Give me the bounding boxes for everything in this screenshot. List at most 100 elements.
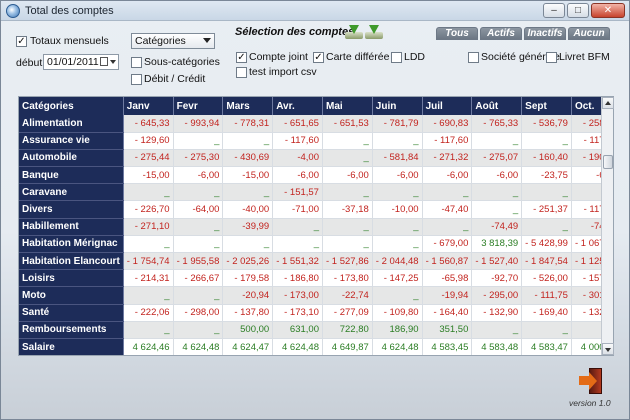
value-cell: _ [222,235,274,254]
value-cell: _ [471,200,523,219]
value-cell: - 222,06 [123,304,174,322]
value-cell: _ [322,132,373,150]
compte-joint-checkbox[interactable]: ✓ [236,52,247,63]
category-cell: Remboursements [19,321,124,339]
column-header[interactable]: Avr. [272,97,323,115]
tab-tous[interactable]: Tous [436,27,478,40]
value-cell: 4 624,46 [123,338,174,355]
table-row[interactable]: Alimentation - 645,33- 993,94- 778,31- 65… [19,115,613,133]
close-button[interactable]: ✕ [591,3,625,18]
sous-categories-checkbox[interactable] [131,57,142,68]
version-label: version 1.0 [569,398,611,408]
column-header[interactable]: Mai [322,97,373,115]
value-cell: _ [422,218,473,236]
value-cell: _ [173,218,224,236]
value-cell: - 781,79 [372,115,423,133]
column-header[interactable]: Juin [372,97,423,115]
value-cell: _ [372,183,423,202]
title-bar: Total des comptes – □ ✕ [1,1,629,21]
table-row[interactable]: Assurance vie - 129,60 _ _ - 117,60 _ _ - 117,6… [19,132,613,150]
scroll-up-button[interactable] [602,97,614,109]
value-cell: - 111,75 [521,286,572,305]
table-body: Alimentation - 645,33- 993,94- 778,31- 65… [19,115,613,355]
category-cell: Salaire [19,338,124,355]
table-row[interactable]: Habitation Mérignac _ _ _ _ _ _ - 679,00 3 818,3… [19,235,613,254]
vertical-scrollbar[interactable] [601,97,614,355]
value-cell: -71,00 [272,200,323,219]
value-cell: - 1 527,86 [322,252,373,271]
value-cell: _ [322,218,373,236]
debut-date-field[interactable]: 01/01/2011 [43,54,119,70]
totaux-mensuels-checkbox[interactable]: ✓ [16,36,27,47]
table-row[interactable]: Divers - 226,70 -64,00 -40,00 -71,00 -37,18 -1… [19,200,613,219]
table-row[interactable]: Santé - 222,06- 298,00- 137,80- 173,10- 2… [19,304,613,322]
app-icon [6,4,20,18]
value-cell: -74,49 [471,218,523,236]
value-cell: _ [521,132,572,150]
table-row[interactable]: Habillement- 271,10_-39,99____-74,49_-74… [19,218,613,236]
value-cell: - 173,80 [322,269,373,288]
value-cell: -92,70 [471,269,523,288]
category-cell: Banque [19,166,124,185]
value-cell: - 271,10 [123,218,174,236]
value-cell: _ [173,321,224,339]
value-cell: -6,00 [173,166,224,185]
value-cell: - 295,00 [471,286,523,305]
column-header[interactable]: Sept [521,97,572,115]
tab-actifs[interactable]: Actifs [480,27,522,40]
minimize-button[interactable]: – [543,3,565,18]
scroll-down-button[interactable] [602,343,614,355]
tab-aucun[interactable]: Aucun [568,27,610,40]
carte-differee-checkbox[interactable]: ✓ [313,52,324,63]
value-cell: - 1 551,32 [272,252,323,271]
value-cell: - 275,07 [471,149,523,168]
column-header[interactable]: Mars [222,97,274,115]
categories-select-value: Catégories [135,35,186,47]
categories-select[interactable]: Catégories [131,33,215,49]
category-cell: Santé [19,304,124,322]
table-row[interactable]: Automobile - 275,44- 275,30- 430,69 -4,00 _… [19,149,613,168]
scroll-thumb[interactable] [603,155,613,169]
date-dropdown-icon[interactable] [110,60,116,64]
livret-bfm-checkbox[interactable] [546,52,557,63]
table-row[interactable]: Habitation Elancourt - 1 754,74- 1 955,58… [19,252,613,271]
calendar-icon[interactable] [100,57,108,66]
value-cell: _ [272,218,323,236]
table-row[interactable]: Salaire 4 624,46 4 624,48 4 624,47 4 624,48 4… [19,338,613,355]
column-header[interactable]: Juil [422,97,473,115]
column-header-categories[interactable]: Catégories [19,97,124,115]
value-cell: - 765,33 [471,115,523,133]
value-cell: - 690,83 [422,115,473,133]
category-cell: Automobile [19,149,124,168]
value-cell: 722,80 [322,321,373,339]
debit-credit-checkbox[interactable] [131,74,142,85]
value-cell: -6,00 [272,166,323,185]
table-row[interactable]: Loisirs - 214,31- 266,67- 179,58- 186,80-… [19,269,613,288]
value-cell: 4 624,48 [372,338,423,355]
table-header-row: Catégories Janv Fevr Mars Avr. Mai Juin Juil Aoû… [19,97,613,115]
download-all-arrow-icon[interactable] [365,25,383,39]
column-header[interactable]: Août [471,97,523,115]
value-cell: - 679,00 [422,235,473,254]
value-cell: - 298,00 [173,304,224,322]
column-header[interactable]: Janv [123,97,174,115]
table-row[interactable]: Caravane___- 151,57________ [19,183,613,202]
value-cell: - 226,70 [123,200,174,219]
table-row[interactable]: Moto _ _ -20,94- 173,00 -22,74 _ -19,94- 295,0… [19,286,613,305]
table-row[interactable]: Remboursements _ _ 500,00 631,00 722,80 186,90… [19,321,613,339]
download-arrow-icon[interactable] [345,25,363,39]
ldd-checkbox[interactable] [391,52,402,63]
maximize-button[interactable]: □ [567,3,589,18]
value-cell: 351,50 [422,321,473,339]
column-header[interactable]: Fevr [173,97,224,115]
debut-date-value: 01/01/2011 [47,56,99,68]
totaux-mensuels-label: Totaux mensuels [30,35,109,47]
exit-door-icon[interactable] [579,368,605,394]
value-cell: - 275,44 [123,149,174,168]
category-cell: Assurance vie [19,132,124,150]
test-import-csv-checkbox[interactable] [236,67,247,78]
table-row[interactable]: Banque -15,00 -6,00 -15,00 -6,00 -6,00 -6,00 -6… [19,166,613,185]
value-cell: -4,00 [272,149,323,168]
tab-inactifs[interactable]: Inactifs [524,27,566,40]
societe-generale-checkbox[interactable] [468,52,479,63]
